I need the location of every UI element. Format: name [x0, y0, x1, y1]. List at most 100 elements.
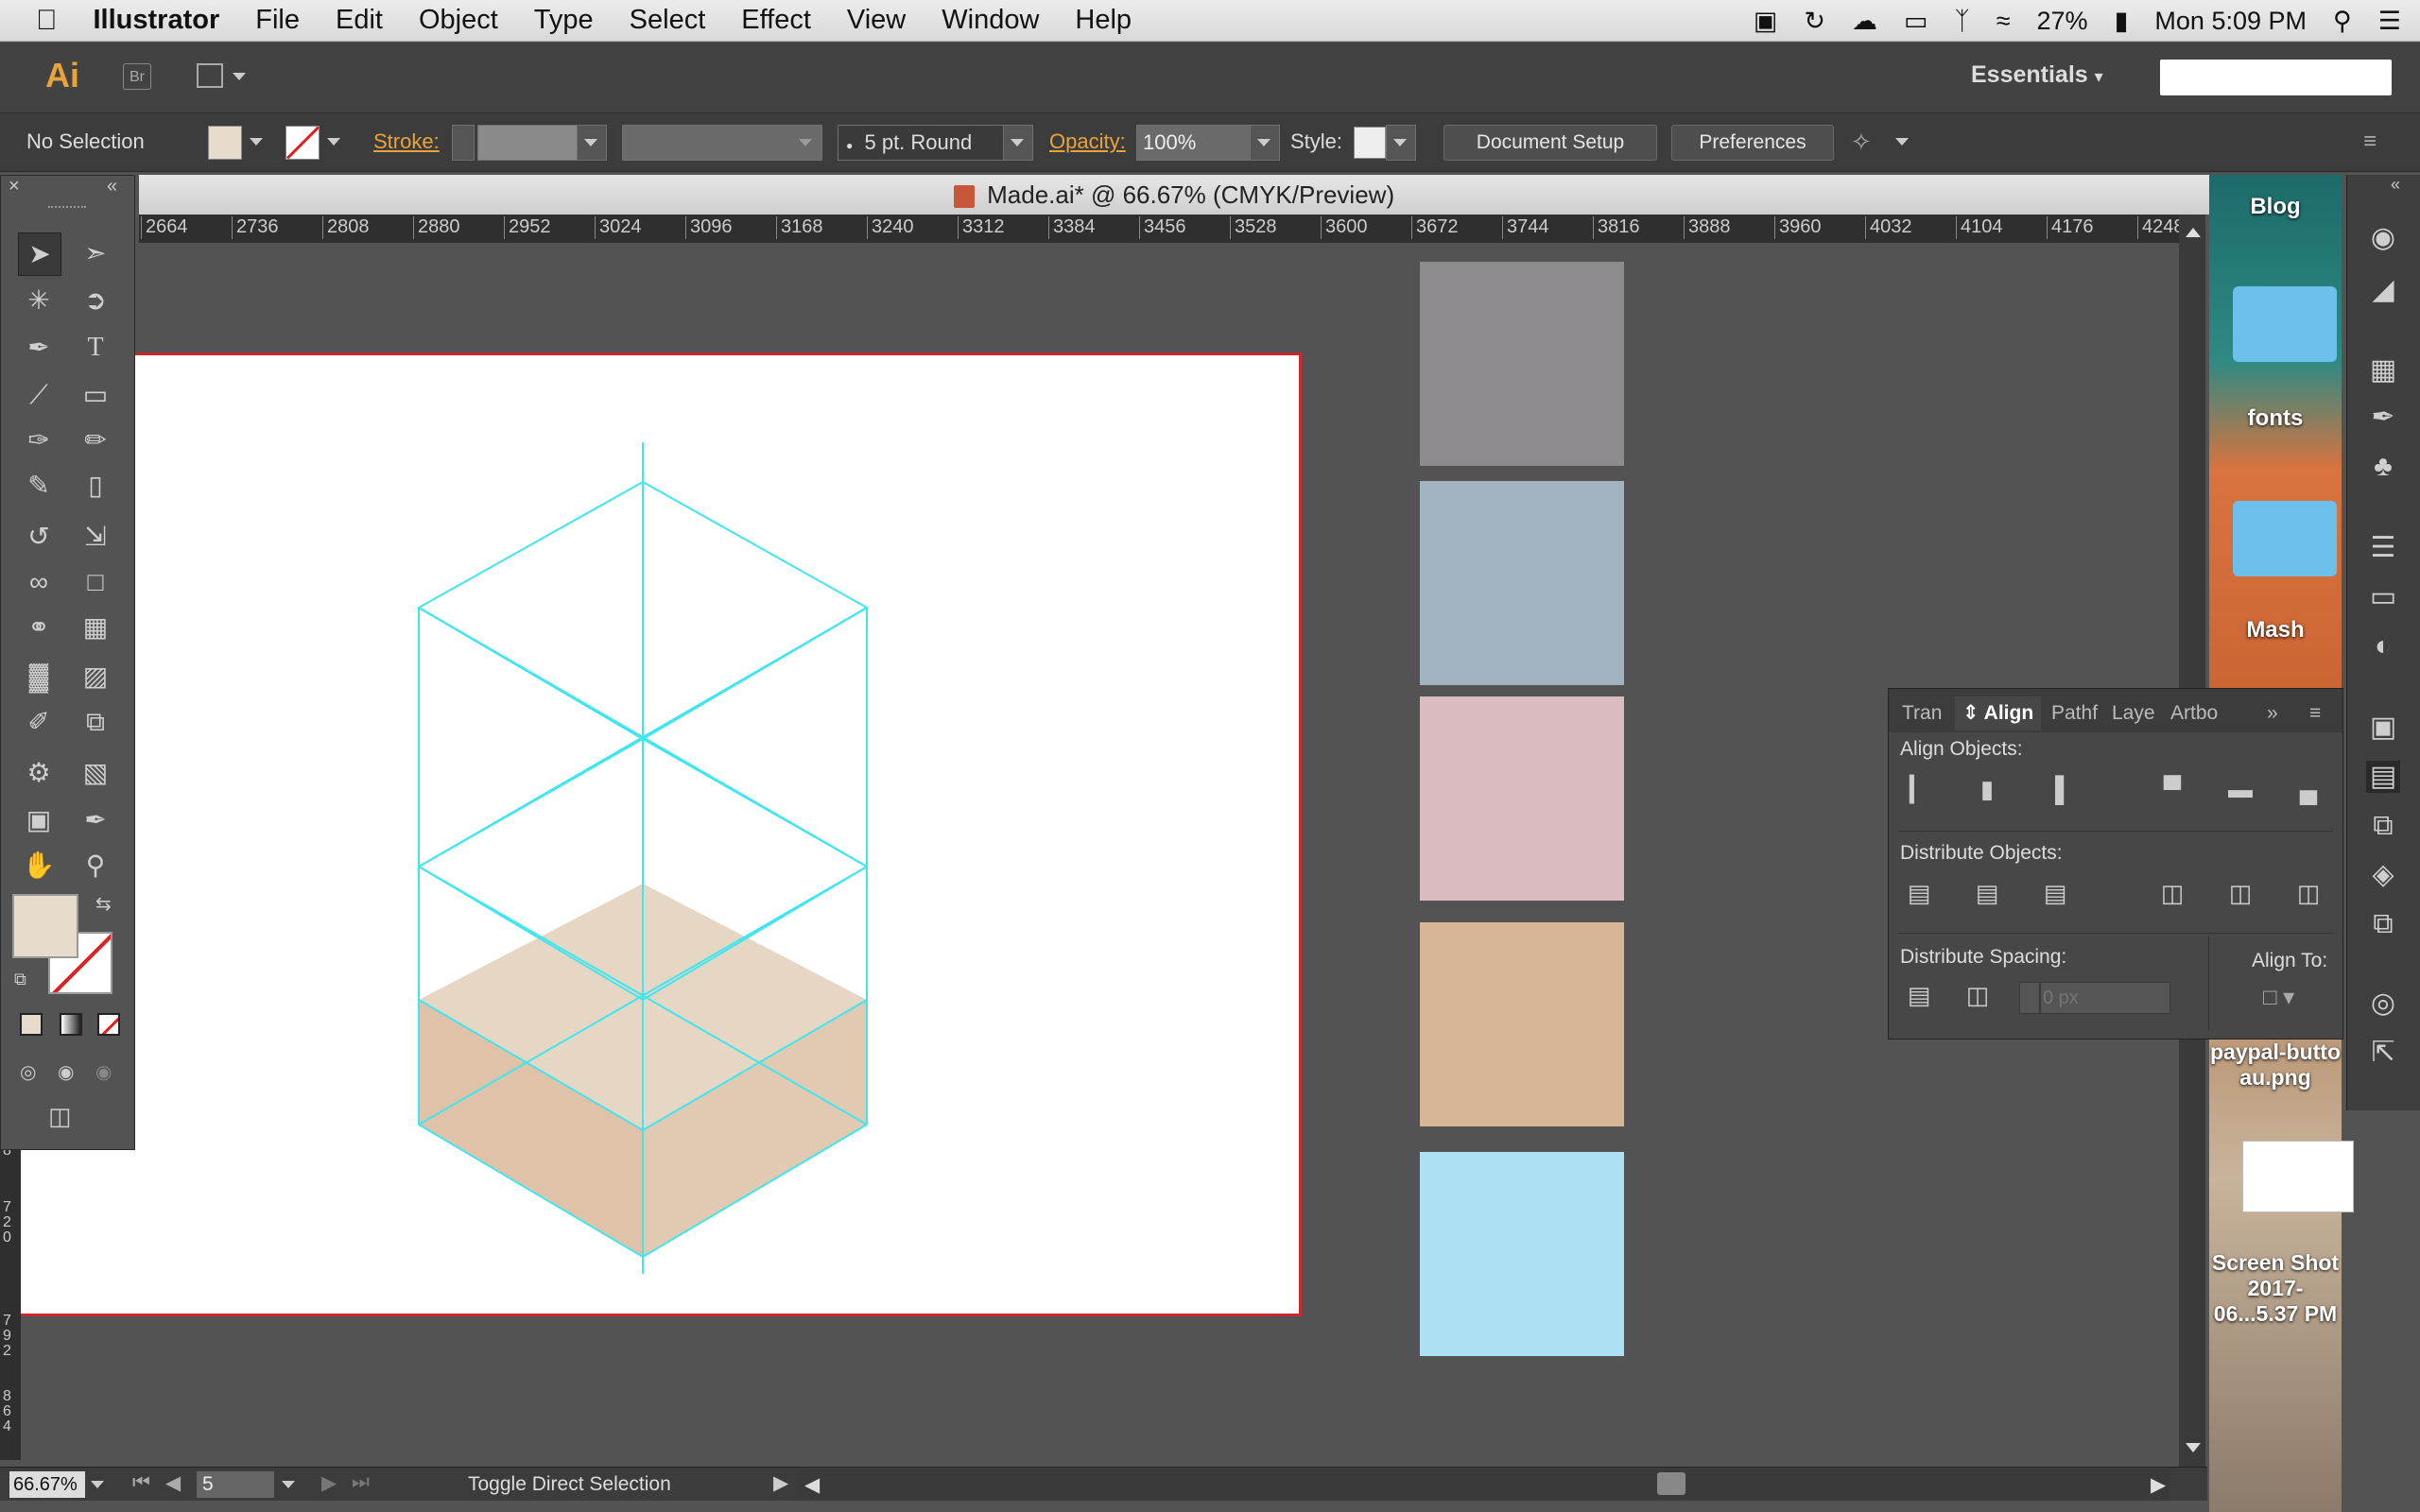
workspace-switcher[interactable]: Essentials ▾ — [1971, 61, 2103, 89]
isometric-box-illustration[interactable] — [21, 243, 966, 1282]
dropbox-icon[interactable]: ▣ — [1754, 7, 1778, 36]
pen-tool-icon[interactable]: ✒ — [18, 327, 60, 369]
type-tool-icon[interactable]: T — [75, 327, 116, 369]
align-panel-icon[interactable]: ▤ — [2366, 761, 2400, 793]
opacity-label[interactable]: Opacity: — [1049, 125, 1126, 159]
bluetooth-icon[interactable]: ᛉ — [1954, 7, 1969, 36]
scroll-right-arrow[interactable]: ▶ — [2151, 1473, 2166, 1497]
next-artboard-button[interactable]: ▶ — [321, 1471, 337, 1495]
notification-center-icon[interactable]: ☰ — [2378, 7, 2401, 36]
column-graph-tool-icon[interactable]: ▧ — [75, 752, 116, 794]
artboard-number-field[interactable]: 5 — [197, 1471, 274, 1498]
horizontal-scrollbar[interactable]: ◀ ▶ — [799, 1469, 2169, 1498]
stroke-swatch[interactable] — [285, 126, 320, 160]
menu-help[interactable]: Help — [1057, 5, 1150, 36]
slice-tool-icon[interactable]: ✒ — [75, 799, 116, 841]
menu-select[interactable]: Select — [612, 5, 724, 36]
draw-behind-icon[interactable]: ◉ — [58, 1060, 74, 1084]
document-tab[interactable]: Made.ai* @ 66.67% (CMYK/Preview) — [139, 175, 2209, 215]
color-swatch-rect[interactable] — [1420, 922, 1624, 1126]
line-tool-icon[interactable]: ⟋ — [18, 374, 60, 416]
document-setup-button[interactable]: Document Setup — [1443, 125, 1657, 161]
arrange-documents-icon[interactable] — [197, 63, 223, 88]
eraser-tool-icon[interactable]: ▯ — [75, 465, 116, 507]
appearance-icon[interactable]: ◎ — [2366, 988, 2400, 1020]
collapse-panel-icon[interactable]: « — [107, 176, 117, 198]
screen-mode-icon[interactable]: ◫ — [48, 1102, 72, 1131]
color-guide-icon[interactable]: ◢ — [2366, 274, 2400, 306]
color-panel-icon[interactable]: ◉ — [2366, 222, 2400, 254]
panel-grip[interactable] — [48, 206, 86, 212]
menu-file[interactable]: File — [237, 5, 318, 36]
apple-icon[interactable]:  — [0, 5, 76, 37]
status-menu-arrow[interactable]: ▶ — [773, 1471, 788, 1495]
shape-builder-tool-icon[interactable]: ⚭ — [18, 607, 60, 648]
menu-object[interactable]: Object — [401, 5, 516, 36]
folder-icon[interactable] — [2233, 501, 2337, 576]
blend-tool-icon[interactable]: ⧉ — [75, 701, 116, 743]
collapse-dock-icon[interactable]: « — [2391, 175, 2400, 195]
distribute-left-icon[interactable]: ◫ — [2155, 876, 2189, 910]
opacity-input[interactable]: 100% — [1136, 125, 1257, 161]
symbol-sprayer-tool-icon[interactable]: ⚙ — [18, 752, 60, 794]
color-swatch-rect[interactable] — [1420, 696, 1624, 901]
horizontal-ruler[interactable]: 2664 2736 2808 2880 2952 3024 3096 3168 3240 3312… — [139, 215, 2190, 243]
stroke-dropdown[interactable] — [321, 125, 348, 159]
selection-tool-icon[interactable]: ➤ — [18, 232, 61, 276]
align-left-icon[interactable]: ▎ — [1902, 772, 1936, 806]
gradient-panel-icon[interactable]: ▭ — [2366, 581, 2400, 613]
distribute-right-icon[interactable]: ◫ — [2291, 876, 2325, 910]
menu-clock[interactable]: Mon 5:09 PM — [2154, 7, 2307, 36]
free-transform-tool-icon[interactable]: □ — [75, 561, 116, 603]
screenshot-thumbnail-icon[interactable] — [2242, 1141, 2354, 1212]
previous-artboard-button[interactable]: ◀ — [165, 1471, 181, 1495]
stroke-weight-dropdown[interactable] — [577, 125, 607, 161]
opacity-dropdown[interactable] — [1250, 125, 1280, 161]
align-to-dropdown[interactable]: □ ▾ — [2263, 984, 2294, 1011]
fill-color-box[interactable] — [12, 894, 78, 958]
vertical-distribute-space-icon[interactable]: ▤ — [1902, 978, 1936, 1012]
gradient-mode-button[interactable] — [60, 1013, 82, 1036]
pathfinder-icon[interactable]: ⧉ — [2366, 810, 2400, 842]
tab-layers[interactable]: Laye — [2112, 696, 2155, 730]
distribute-top-icon[interactable]: ▤ — [1902, 876, 1936, 910]
desktop-folder-mash-label[interactable]: Mash — [2209, 617, 2342, 644]
sync-icon[interactable]: ↻ — [1804, 7, 1825, 36]
none-mode-button[interactable] — [97, 1013, 120, 1036]
color-swatch-rect[interactable] — [1420, 262, 1624, 466]
default-fill-stroke-icon[interactable]: ⧉ — [14, 970, 26, 989]
desktop-file-paypal-label[interactable]: paypal-butto au.png — [2209, 1040, 2342, 1091]
panel-menu-icon[interactable]: ≡ — [2363, 125, 2377, 159]
lasso-tool-icon[interactable]: ➲ — [75, 280, 116, 321]
desktop-folder-fonts-label[interactable]: fonts — [2209, 405, 2342, 432]
eyedropper-tool-icon[interactable]: ✐ — [18, 701, 60, 743]
tab-transform[interactable]: Tran — [1902, 696, 1942, 730]
paintbrush-tool-icon[interactable]: ✑ — [18, 420, 60, 461]
brush-dropdown[interactable] — [1003, 125, 1033, 161]
align-bottom-icon[interactable]: ▄ — [2291, 772, 2325, 806]
width-tool-icon[interactable]: ∞ — [18, 561, 60, 603]
artboards-icon[interactable]: ⧉ — [2366, 908, 2400, 940]
hand-tool-icon[interactable]: ✋ — [18, 845, 60, 886]
desktop-folder-blog-label[interactable]: Blog — [2209, 194, 2342, 220]
menu-window[interactable]: Window — [924, 5, 1057, 36]
draw-normal-icon[interactable]: ◎ — [20, 1060, 36, 1084]
style-dropdown[interactable] — [1386, 125, 1416, 161]
canvas-area[interactable] — [21, 243, 2190, 1467]
battery-icon[interactable]: ▮ — [2115, 7, 2129, 36]
horizontal-distribute-space-icon[interactable]: ◫ — [1961, 978, 1995, 1012]
menu-edit[interactable]: Edit — [318, 5, 401, 36]
align-top-icon[interactable]: ▀ — [2155, 772, 2189, 806]
transparency-icon[interactable]: ◐ — [2366, 630, 2400, 662]
artboard-tool-icon[interactable]: ▣ — [18, 799, 60, 841]
variable-width-profile[interactable] — [622, 125, 822, 161]
horizontal-scroll-thumb[interactable] — [1657, 1472, 1685, 1495]
close-icon[interactable]: × — [9, 176, 20, 198]
preferences-button[interactable]: Preferences — [1671, 125, 1834, 161]
swap-fill-stroke-icon[interactable]: ⇆ — [95, 892, 112, 916]
zoom-tool-icon[interactable]: ⚲ — [75, 845, 116, 886]
menu-effect[interactable]: Effect — [723, 5, 829, 36]
tab-artboards[interactable]: Artbo — [2170, 696, 2218, 730]
stroke-label[interactable]: Stroke: — [373, 125, 440, 159]
swatches-icon[interactable]: ▦ — [2366, 354, 2400, 387]
